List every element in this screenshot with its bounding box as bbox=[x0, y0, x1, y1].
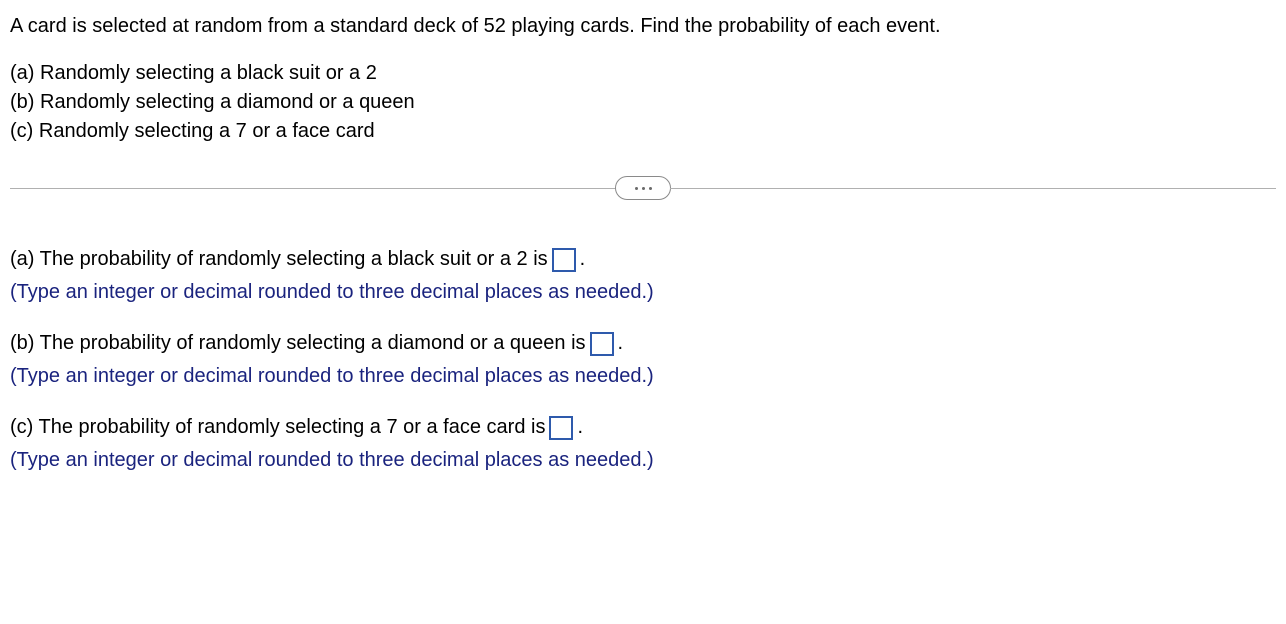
answer-input-c[interactable] bbox=[549, 416, 573, 440]
answer-prefix-b: (b) The probability of randomly selectin… bbox=[10, 329, 586, 358]
problem-statement-text: A card is selected at random from a stan… bbox=[10, 12, 1276, 41]
divider-line-left bbox=[10, 188, 616, 189]
problem-parts: (a) Randomly selecting a black suit or a… bbox=[10, 59, 1276, 146]
answer-hint-c: (Type an integer or decimal rounded to t… bbox=[10, 446, 1276, 475]
answer-block-a: (a) The probability of randomly selectin… bbox=[10, 245, 1276, 307]
answer-input-a[interactable] bbox=[552, 248, 576, 272]
answer-prefix-a: (a) The probability of randomly selectin… bbox=[10, 245, 548, 274]
answer-suffix-b: . bbox=[618, 329, 624, 358]
section-divider bbox=[10, 176, 1276, 200]
ellipsis-icon bbox=[642, 187, 645, 190]
problem-part-a: (a) Randomly selecting a black suit or a… bbox=[10, 59, 1276, 88]
ellipsis-icon bbox=[635, 187, 638, 190]
answer-input-b[interactable] bbox=[590, 332, 614, 356]
ellipsis-icon bbox=[649, 187, 652, 190]
problem-part-c: (c) Randomly selecting a 7 or a face car… bbox=[10, 117, 1276, 146]
answer-line-a: (a) The probability of randomly selectin… bbox=[10, 245, 1276, 274]
answer-hint-b: (Type an integer or decimal rounded to t… bbox=[10, 362, 1276, 391]
answer-hint-a: (Type an integer or decimal rounded to t… bbox=[10, 278, 1276, 307]
more-button[interactable] bbox=[615, 176, 671, 200]
answer-suffix-c: . bbox=[577, 413, 583, 442]
answer-suffix-a: . bbox=[580, 245, 586, 274]
answer-line-b: (b) The probability of randomly selectin… bbox=[10, 329, 1276, 358]
answer-line-c: (c) The probability of randomly selectin… bbox=[10, 413, 1276, 442]
answer-prefix-c: (c) The probability of randomly selectin… bbox=[10, 413, 545, 442]
answer-block-c: (c) The probability of randomly selectin… bbox=[10, 413, 1276, 475]
divider-line-right bbox=[670, 188, 1276, 189]
problem-part-b: (b) Randomly selecting a diamond or a qu… bbox=[10, 88, 1276, 117]
answer-block-b: (b) The probability of randomly selectin… bbox=[10, 329, 1276, 391]
problem-statement: A card is selected at random from a stan… bbox=[10, 12, 1276, 41]
